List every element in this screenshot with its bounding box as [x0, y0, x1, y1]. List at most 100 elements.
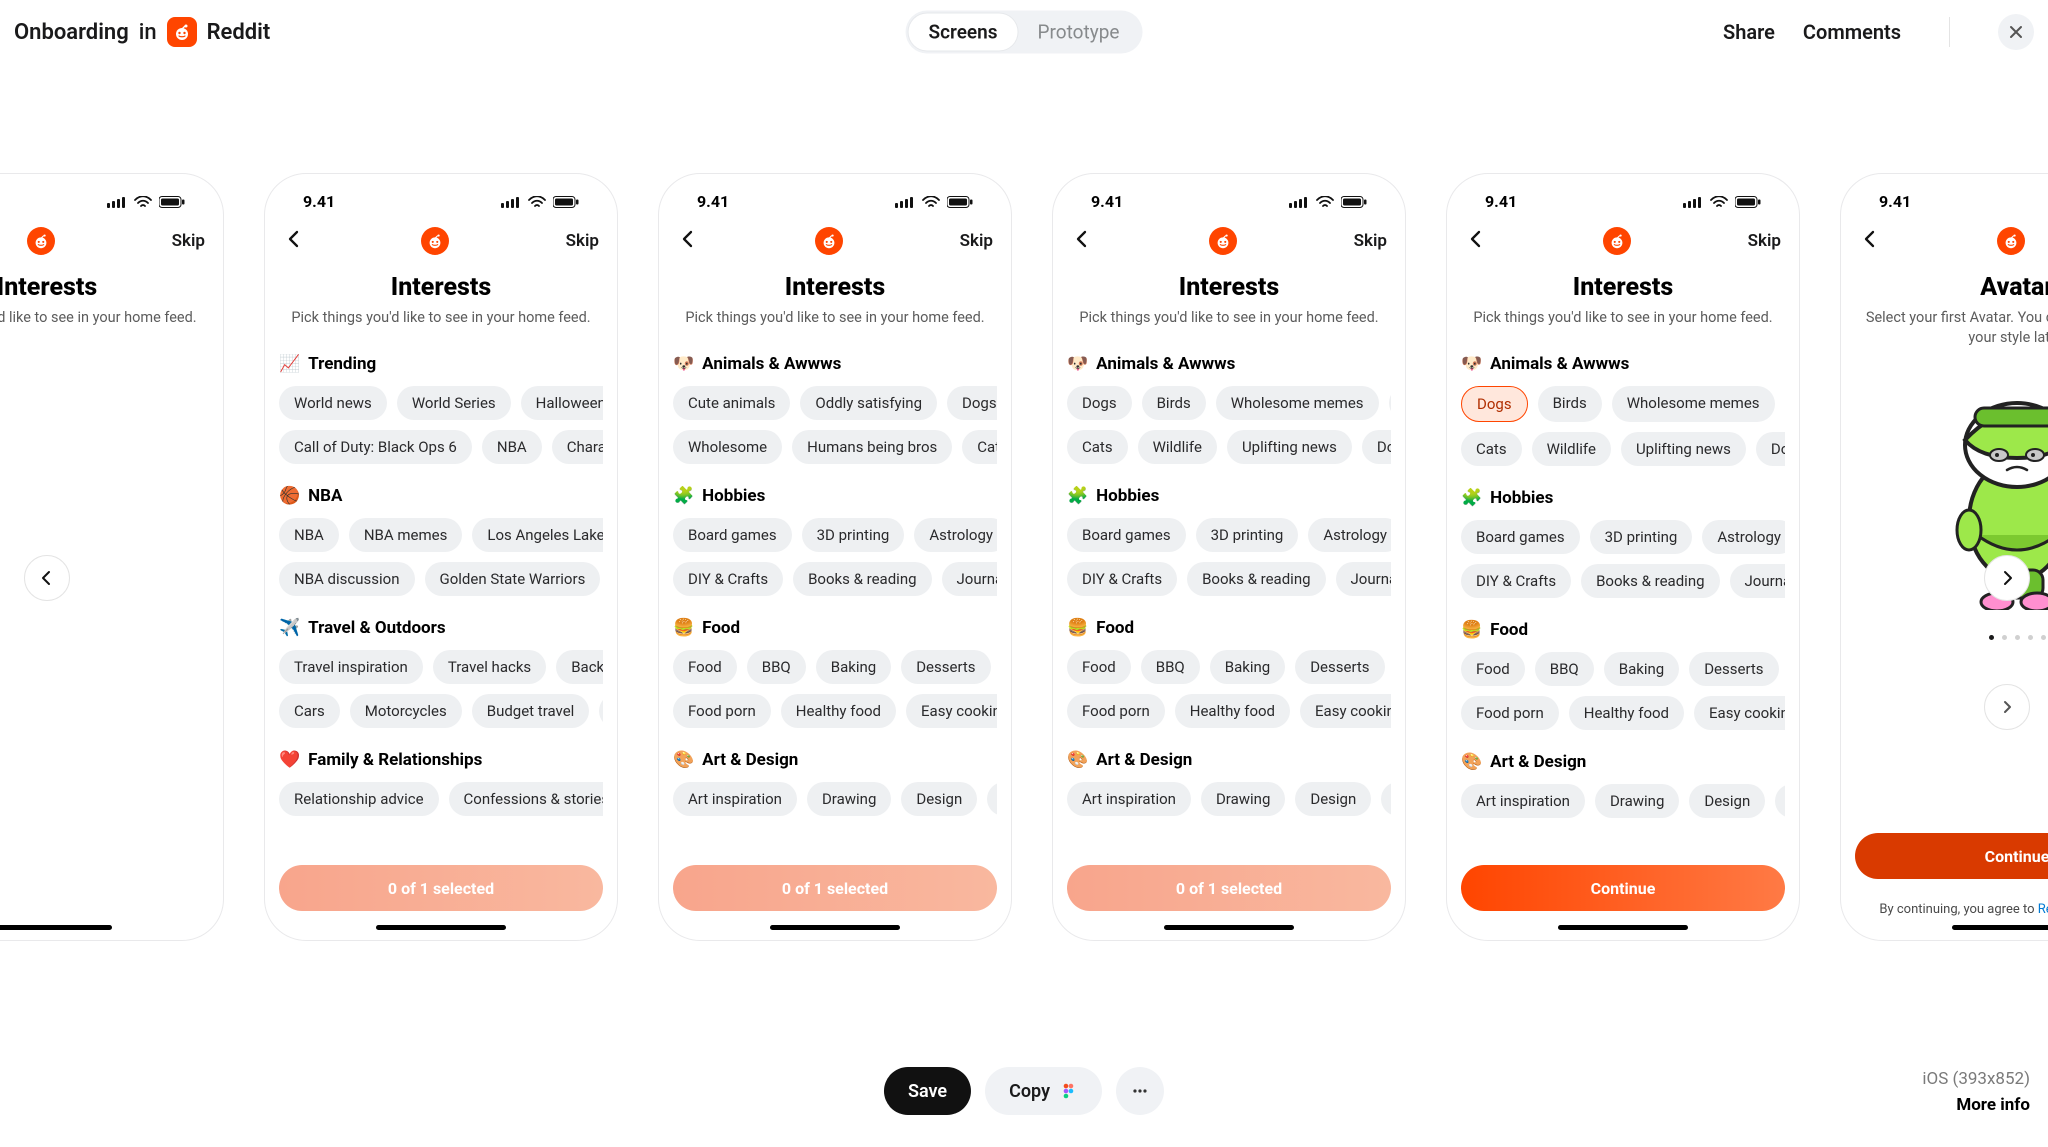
interest-chip[interactable]: Dogs [1067, 386, 1132, 420]
interest-chip[interactable]: Food porn [1067, 694, 1165, 728]
interest-chip[interactable]: Cute animals [673, 386, 790, 420]
interest-chip[interactable]: Cars [279, 694, 340, 728]
interest-chip[interactable]: Easy cooking [906, 694, 997, 728]
close-button[interactable] [1998, 14, 2034, 50]
interest-chip[interactable]: NBA memes [349, 518, 463, 552]
interest-chip[interactable]: Wholesome [673, 430, 782, 464]
econ-terms-link[interactable]: Reddit's Econ Terms [2038, 902, 2048, 917]
interest-chip[interactable]: World news [279, 386, 387, 420]
interest-chip[interactable]: Budget travel [472, 694, 590, 728]
interest-chip[interactable]: DIY & Crafts [1067, 562, 1177, 596]
interest-chip[interactable]: 3D printing [1590, 520, 1693, 554]
interest-chip[interactable]: Dog tra [1362, 430, 1391, 464]
interest-chip[interactable]: Golden State Warriors [425, 562, 601, 596]
interest-chip[interactable]: Cats [1461, 432, 1522, 466]
interest-chip[interactable]: 3D printing [1196, 518, 1299, 552]
interest-chip[interactable]: Solo [599, 694, 603, 728]
interest-chip[interactable]: NBA [279, 518, 339, 552]
interest-chip[interactable]: Books & reading [1187, 562, 1325, 596]
interest-chip[interactable]: Desserts [901, 650, 990, 684]
interest-chip[interactable]: Uplifting news [1621, 432, 1746, 466]
interest-chip[interactable]: Food [1461, 652, 1525, 686]
interest-chip[interactable]: Journaling [1336, 562, 1391, 596]
interest-chip[interactable]: BBQ [1141, 650, 1200, 684]
interest-chip[interactable]: Relationship advice [279, 782, 439, 816]
interest-chip[interactable]: Art inspiration [1461, 784, 1585, 818]
interest-chip[interactable]: Travel inspiration [279, 650, 423, 684]
interest-chip[interactable]: Cats [1067, 430, 1128, 464]
skip-button[interactable]: Skip [1354, 231, 1387, 251]
interest-chip[interactable]: DIY & Crafts [673, 562, 783, 596]
back-button[interactable] [1071, 228, 1093, 254]
interest-chip[interactable]: Drawing [1595, 784, 1679, 818]
interest-chip[interactable]: Baking [816, 650, 891, 684]
interest-chip[interactable]: NBA discussion [279, 562, 415, 596]
interest-chip[interactable]: Los Angeles Lakers [472, 518, 603, 552]
more-info-link[interactable]: More info [1922, 1095, 2030, 1115]
interest-chip[interactable]: Motorcycles [350, 694, 462, 728]
skip-button[interactable]: Skip [566, 231, 599, 251]
interest-chip[interactable]: Wholesome memes [1612, 386, 1775, 422]
interest-chip[interactable]: Design [901, 782, 977, 816]
interest-chip[interactable]: DALL [1381, 782, 1391, 816]
interest-chip[interactable]: Confessions & stories [449, 782, 603, 816]
interest-chip[interactable]: Books & reading [793, 562, 931, 596]
interest-chip[interactable]: Food [673, 650, 737, 684]
copy-button[interactable]: Copy [985, 1067, 1102, 1115]
interest-chip[interactable]: Astrology [1702, 520, 1785, 554]
interest-chip[interactable]: Dogs [947, 386, 997, 420]
interest-chip[interactable]: Birds [1538, 386, 1602, 422]
interest-chip[interactable]: Food porn [1461, 696, 1559, 730]
interest-chip[interactable]: Wildlife [1532, 432, 1611, 466]
interest-chip[interactable]: Humans being bros [792, 430, 952, 464]
interest-chip[interactable]: Healthy food [781, 694, 896, 728]
interest-chip[interactable]: Art inspiration [1067, 782, 1191, 816]
interest-chip[interactable]: BBQ [1535, 652, 1594, 686]
back-button[interactable] [1465, 228, 1487, 254]
more-actions-button[interactable] [1116, 1067, 1164, 1115]
interest-chip[interactable]: Cats [962, 430, 997, 464]
interest-chip[interactable]: Food [1067, 650, 1131, 684]
interest-chip[interactable]: DIY & Crafts [1461, 564, 1571, 598]
interest-chip[interactable]: Design [1689, 784, 1765, 818]
interest-chip[interactable]: Astrology [914, 518, 997, 552]
interest-chip[interactable]: Travel hacks [433, 650, 546, 684]
primary-cta-button[interactable]: Continue [1461, 865, 1785, 911]
interest-chip[interactable]: Baking [1210, 650, 1285, 684]
interest-chip[interactable]: Art inspiration [673, 782, 797, 816]
interest-chip[interactable]: Wildlife [1138, 430, 1217, 464]
interest-chip[interactable]: Drawing [807, 782, 891, 816]
interest-chip[interactable]: Easy cooking [1300, 694, 1391, 728]
share-link[interactable]: Share [1723, 20, 1775, 44]
interest-chip[interactable]: Journaling [1730, 564, 1785, 598]
save-button[interactable]: Save [884, 1067, 971, 1115]
interest-chip[interactable]: DALL [987, 782, 997, 816]
back-button[interactable] [283, 228, 305, 254]
back-button[interactable] [1859, 228, 1881, 254]
interest-chip[interactable]: Design [1295, 782, 1371, 816]
interest-chip[interactable]: Wholesome memes [1216, 386, 1379, 420]
interest-chip[interactable]: Birds [1142, 386, 1206, 420]
interest-chip[interactable]: Healthy food [1175, 694, 1290, 728]
interest-chip[interactable]: Backpacking [556, 650, 603, 684]
interest-chip[interactable]: Dog tra [1756, 432, 1785, 466]
comments-link[interactable]: Comments [1803, 20, 1901, 44]
skip-button[interactable]: Skip [1748, 231, 1781, 251]
interest-chip[interactable]: Board games [673, 518, 792, 552]
back-button[interactable] [677, 228, 699, 254]
interest-chip[interactable]: DALL [1775, 784, 1785, 818]
interest-chip[interactable]: Healthy food [1569, 696, 1684, 730]
next-screen-button[interactable] [1984, 555, 2030, 601]
tab-screens[interactable]: Screens [909, 14, 1018, 51]
interest-chip[interactable]: Journaling [942, 562, 997, 596]
interest-chip[interactable]: Desserts [1295, 650, 1384, 684]
interest-chip[interactable]: Board games [1461, 520, 1580, 554]
interest-chip[interactable]: Board games [1067, 518, 1186, 552]
interest-chip[interactable]: Dogs [1461, 386, 1528, 422]
interest-chip[interactable]: Books & reading [1581, 564, 1719, 598]
interest-chip[interactable]: BBQ [747, 650, 806, 684]
skip-button[interactable]: Skip [960, 231, 993, 251]
prev-screen-button[interactable] [24, 555, 70, 601]
interest-chip[interactable]: Call of Duty: Black Ops 6 [279, 430, 472, 464]
scroll-forward-button[interactable] [1984, 684, 2030, 730]
